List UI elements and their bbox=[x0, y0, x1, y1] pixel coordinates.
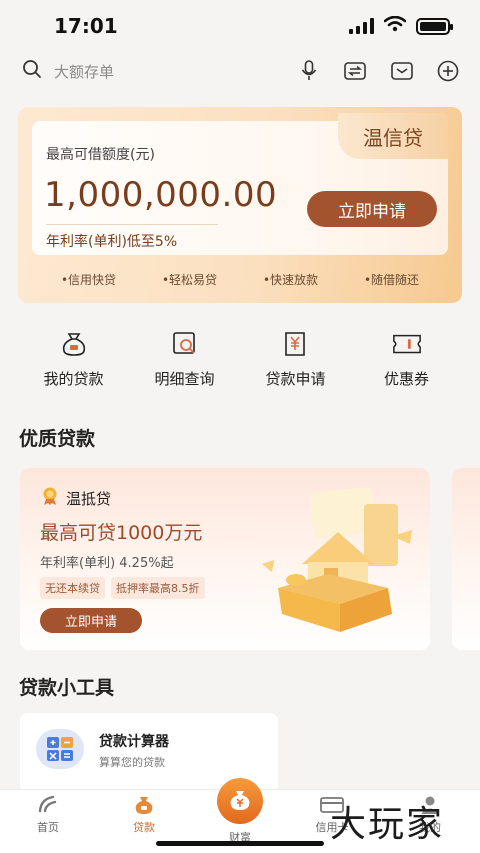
premium-loan-card[interactable]: 温抵贷 最高可贷1000万元 年利率(单利) 4.25%起 无还本续贷 抵押率最… bbox=[20, 468, 430, 650]
hero-tag: •快速放款 bbox=[262, 273, 319, 287]
hero-apply-button[interactable]: 立即申请 bbox=[307, 191, 437, 227]
quick-item-label: 明细查询 bbox=[154, 370, 215, 388]
quick-item-coupons[interactable]: 优惠券 bbox=[357, 330, 457, 394]
add-icon[interactable] bbox=[435, 58, 461, 84]
loan-rate: 年利率(单利) 4.25%起 bbox=[40, 556, 174, 571]
search-bar[interactable]: 大额存单 bbox=[22, 54, 322, 88]
quick-item-loan-apply[interactable]: 贷款申请 bbox=[246, 330, 346, 394]
quick-item-label: 优惠券 bbox=[383, 370, 429, 388]
search-icon bbox=[22, 59, 42, 83]
calculator-desc: 算算您的贷款 bbox=[99, 756, 165, 769]
wifi-icon bbox=[383, 15, 407, 36]
status-bar: 17:01 bbox=[0, 0, 480, 52]
loan-name-row: 温抵贷 bbox=[40, 486, 111, 510]
next-loan-card-peek[interactable] bbox=[452, 468, 480, 650]
hero-inner: 温信贷 最高可借额度(元) 1,000,000.00 年利率(单利)低至5% 立… bbox=[32, 113, 448, 255]
nav-item-loan[interactable]: 贷款 bbox=[114, 794, 174, 835]
loan-product-name: 温抵贷 bbox=[66, 489, 112, 508]
quick-item-my-loans[interactable]: 我的贷款 bbox=[24, 330, 124, 394]
hero-divider bbox=[46, 224, 218, 225]
wealth-icon[interactable] bbox=[217, 778, 263, 824]
quick-menu: 我的贷款 明细查询 贷款申请 优惠券 bbox=[18, 330, 462, 394]
calculator-icon bbox=[36, 729, 84, 769]
loan-tag: 无还本续贷 bbox=[40, 577, 105, 599]
coupon-icon bbox=[392, 330, 422, 358]
nav-item-home[interactable]: 首页 bbox=[18, 794, 78, 835]
top-toolbar bbox=[296, 58, 461, 84]
calculator-title: 贷款计算器 bbox=[99, 734, 169, 750]
loan-tags: 无还本续贷 抵押率最高8.5折 bbox=[40, 577, 205, 599]
signal-icon bbox=[349, 18, 374, 34]
message-icon[interactable] bbox=[389, 58, 415, 84]
hero-tags: •信用快贷 •轻松易贷 •快速放款 •随借随还 bbox=[18, 271, 462, 288]
loan-tag: 抵押率最高8.5折 bbox=[111, 577, 205, 599]
loan-tools-title: 贷款小工具 bbox=[19, 677, 115, 699]
microphone-icon[interactable] bbox=[296, 58, 322, 84]
hero-brand: 温信贷 bbox=[338, 113, 448, 159]
medal-icon bbox=[40, 486, 60, 510]
yuan-document-icon bbox=[281, 330, 311, 358]
loan-apply-button[interactable]: 立即申请 bbox=[40, 608, 142, 633]
hero-credit-amount: 1,000,000.00 bbox=[44, 175, 278, 215]
search-detail-icon bbox=[170, 330, 200, 358]
hero-credit-label: 最高可借额度(元) bbox=[46, 147, 155, 163]
house-box-illustration bbox=[252, 484, 427, 634]
home-icon bbox=[36, 794, 60, 816]
home-indicator[interactable] bbox=[156, 841, 324, 846]
hero-rate: 年利率(单利)低至5% bbox=[46, 234, 178, 250]
status-icons bbox=[349, 15, 453, 36]
hero-tag: •轻松易贷 bbox=[161, 273, 218, 287]
quick-item-label: 我的贷款 bbox=[43, 370, 104, 388]
hero-tag: •信用快贷 bbox=[60, 273, 117, 287]
search-input[interactable]: 大额存单 bbox=[54, 61, 114, 82]
money-bag-icon bbox=[59, 330, 89, 358]
scan-transfer-icon[interactable] bbox=[342, 58, 368, 84]
nav-label: 贷款 bbox=[133, 821, 155, 834]
loan-headline: 最高可贷1000万元 bbox=[40, 522, 203, 544]
quick-item-label: 贷款申请 bbox=[265, 370, 326, 388]
hero-tag: •随借随还 bbox=[363, 273, 420, 287]
nav-label: 首页 bbox=[37, 821, 59, 834]
premium-loans-title: 优质贷款 bbox=[19, 428, 96, 450]
loan-icon bbox=[132, 794, 156, 816]
battery-icon bbox=[416, 17, 453, 35]
status-time: 17:01 bbox=[54, 14, 118, 38]
quick-item-detail-query[interactable]: 明细查询 bbox=[135, 330, 235, 394]
watermark: 大玩家 bbox=[330, 804, 445, 845]
hero-loan-card[interactable]: 温信贷 最高可借额度(元) 1,000,000.00 年利率(单利)低至5% 立… bbox=[18, 107, 462, 303]
